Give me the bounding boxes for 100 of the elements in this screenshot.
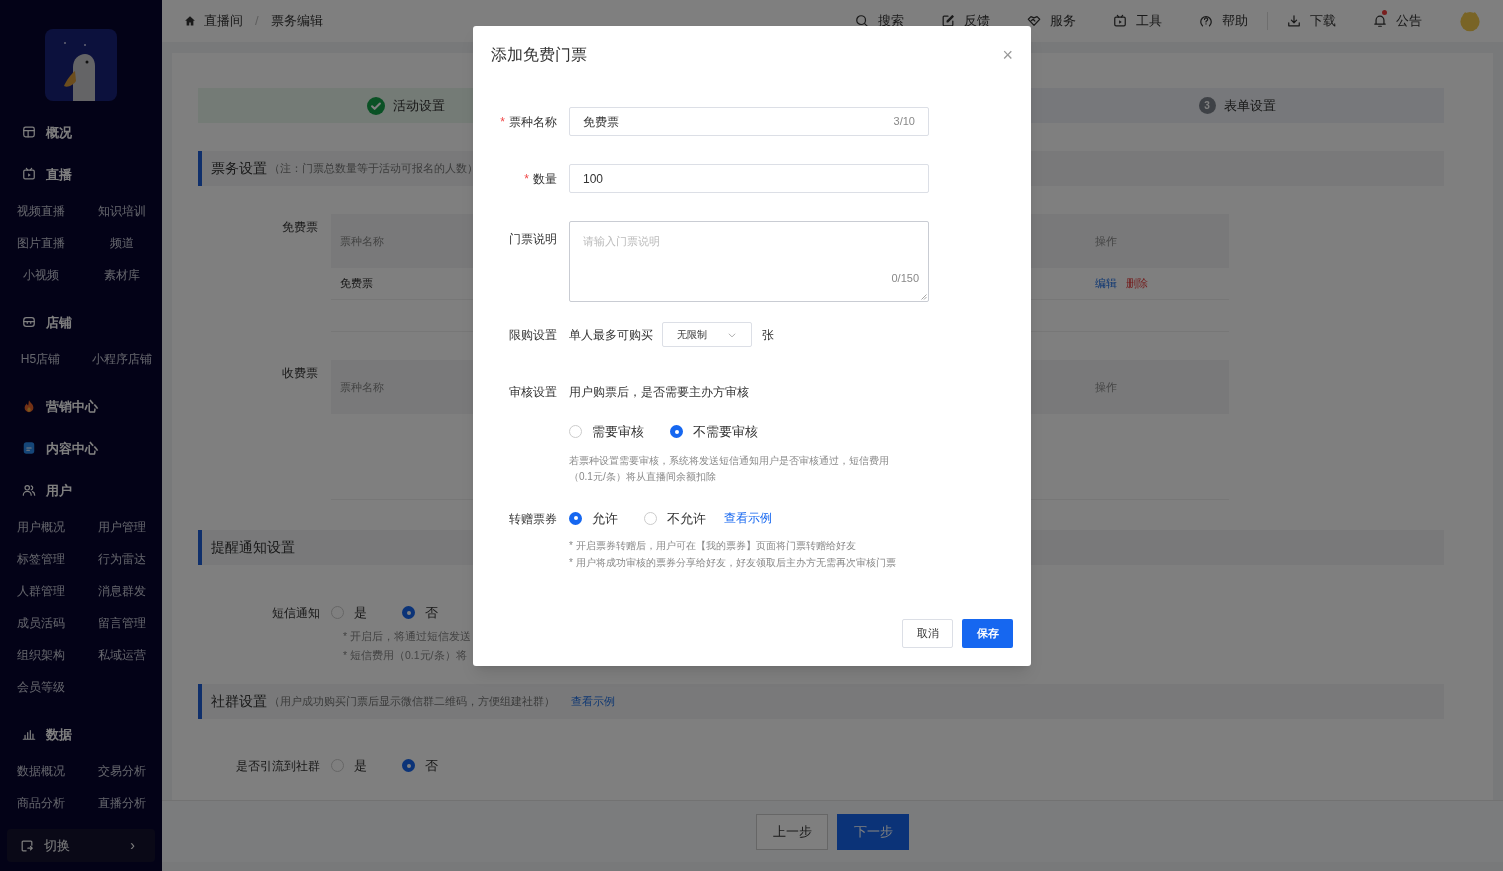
home-icon [184, 15, 196, 27]
nav-subitem[interactable]: 素材库 [81, 259, 162, 292]
required-mark: * [524, 170, 529, 188]
switch-button[interactable]: 切换 › [7, 829, 155, 862]
nav-subitem[interactable]: 人群管理 [0, 575, 81, 608]
edit-icon [941, 14, 955, 28]
character-counter: 0/150 [891, 270, 919, 286]
shop-icon [22, 315, 36, 330]
nav-subitem[interactable]: 商品分析 [0, 787, 81, 820]
toolbar-button[interactable]: 搜索 [855, 11, 904, 31]
input-field[interactable]: 100 [569, 164, 929, 193]
nav-subitem[interactable]: 小程序店铺 [81, 343, 162, 376]
hint-text: 若票种设置需要审核，系统将发送短信通知用户是否审核通过，短信费用（0.1元/条）将从直播间余额扣除 [569, 453, 890, 484]
textarea-field[interactable]: 请输入门票说明 0/150 [569, 221, 929, 302]
nav-subitem[interactable]: H5店铺 [0, 343, 81, 376]
nav-subitem[interactable]: 行为雷达 [81, 543, 162, 576]
toolbar-button[interactable]: 工具 [1113, 11, 1162, 31]
nav-subitem[interactable]: 视频直播 [0, 195, 81, 228]
radio-button[interactable] [402, 759, 415, 773]
step: 3 表单设置 [1030, 88, 1444, 123]
users-icon [22, 483, 36, 498]
breadcrumb-separator: / [255, 12, 259, 31]
example-link[interactable]: 查看示例 [724, 509, 772, 528]
field-text: 单人最多可购买 [569, 326, 653, 344]
bar-chart-icon [22, 727, 36, 742]
nav-item[interactable]: 概况 [0, 111, 162, 154]
nav-subitem[interactable]: 留言管理 [81, 607, 162, 640]
field-label: 审核设置 [508, 384, 558, 401]
nav-item[interactable]: 用户 [0, 469, 162, 512]
delete-link[interactable]: 删除 [1126, 275, 1148, 292]
toolbar-button[interactable]: 服务 [1027, 11, 1076, 31]
nav-subitem[interactable]: 标签管理 [0, 543, 81, 576]
search-icon [855, 14, 869, 28]
nav-subitem[interactable]: 私域运营 [81, 639, 162, 672]
radio-option[interactable]: 否 [402, 603, 438, 623]
radio-option[interactable]: 需要审核 [569, 422, 644, 442]
tv-icon [1113, 14, 1127, 28]
radio-option[interactable]: 不需要审核 [670, 422, 758, 442]
nav-item[interactable]: 内容中心 [0, 427, 162, 470]
hint-text: * 用户将成功审核的票券分享给好友，好友领取后主办方无需再次审核门票 [569, 556, 896, 570]
next-button[interactable]: 下一步 [837, 813, 909, 850]
radio-button[interactable] [670, 425, 683, 439]
close-button[interactable]: × [1002, 46, 1013, 64]
tv-icon [22, 167, 36, 182]
example-link[interactable]: 查看示例 [571, 693, 615, 710]
toolbar-button[interactable]: 下载 [1287, 11, 1336, 31]
field-label: 门票说明 [508, 231, 558, 248]
cancel-button[interactable]: 取消 [902, 619, 953, 648]
breadcrumb-item[interactable]: 直播间 [204, 11, 243, 31]
input-field[interactable]: 免费票 3/10 [569, 107, 929, 136]
nav-subitem[interactable]: 组织架构 [0, 639, 81, 672]
nav-subitem[interactable]: 用户管理 [81, 511, 162, 544]
bell-icon [1373, 14, 1387, 28]
nav-subitem[interactable]: 图片直播 [0, 227, 81, 260]
section-title: 票务设置 [211, 159, 267, 178]
nav-subitem[interactable]: 消息群发 [81, 575, 162, 608]
flame-icon [22, 399, 36, 414]
field-label: * 数量 [523, 169, 558, 188]
radio-option[interactable]: 否 [402, 756, 438, 776]
nav-subitem[interactable]: 数据概况 [0, 755, 81, 788]
check-circle-icon [366, 96, 385, 115]
field-label: 转赠票券 [508, 510, 558, 528]
field-label: 短信通知 [271, 604, 321, 622]
nav-item[interactable]: 直播 [0, 153, 162, 196]
nav-item[interactable]: 数据 [0, 713, 162, 756]
nav-subitem[interactable]: 会员等级 [0, 671, 81, 704]
character-counter: 3/10 [893, 114, 915, 130]
section-title: 社群设置 [211, 692, 267, 711]
handshake-icon [1027, 14, 1041, 28]
document-icon [22, 441, 36, 456]
field-label: 免费票 [281, 219, 319, 236]
radio-option[interactable]: 是 [331, 603, 367, 623]
breadcrumb-item[interactable]: 票务编辑 [270, 11, 323, 31]
select-field[interactable]: 无限制 [662, 322, 752, 347]
nav-subitem[interactable]: 直播分析 [81, 787, 162, 820]
save-button[interactable]: 保存 [962, 619, 1013, 648]
hint-text: * 开启票券转赠后，用户可在【我的票券】页面将门票转赠给好友 [569, 539, 856, 553]
nav-subitem[interactable]: 成员活码 [0, 607, 81, 640]
radio-option[interactable]: 不允许 [644, 508, 706, 528]
nav-subitem[interactable]: 频道 [81, 227, 162, 260]
radio-option[interactable]: 允许 [569, 508, 618, 528]
nav-subitem[interactable]: 小视频 [0, 259, 81, 292]
nav-item[interactable]: 营销中心 [0, 385, 162, 428]
nav-subitem[interactable]: 知识培训 [81, 195, 162, 228]
radio-button[interactable] [569, 511, 582, 525]
download-icon [1287, 14, 1301, 28]
switch-icon [20, 838, 34, 853]
radio-option[interactable]: 是 [331, 756, 367, 776]
nav-subitem[interactable]: 交易分析 [81, 755, 162, 788]
toolbar-button[interactable]: 帮助 [1199, 11, 1248, 31]
step-number: 3 [1198, 97, 1216, 114]
radio-button[interactable] [402, 606, 415, 620]
table-cell: 免费票 [340, 277, 373, 290]
toolbar-button[interactable]: 公告 [1373, 11, 1422, 31]
nav-item[interactable]: 店铺 [0, 301, 162, 344]
avatar-icon[interactable] [1459, 10, 1481, 32]
nav-subitem[interactable]: 用户概况 [0, 511, 81, 544]
edit-link[interactable]: 编辑 [1095, 275, 1117, 292]
field-label: 限购设置 [508, 326, 558, 344]
help-icon [1199, 14, 1213, 28]
